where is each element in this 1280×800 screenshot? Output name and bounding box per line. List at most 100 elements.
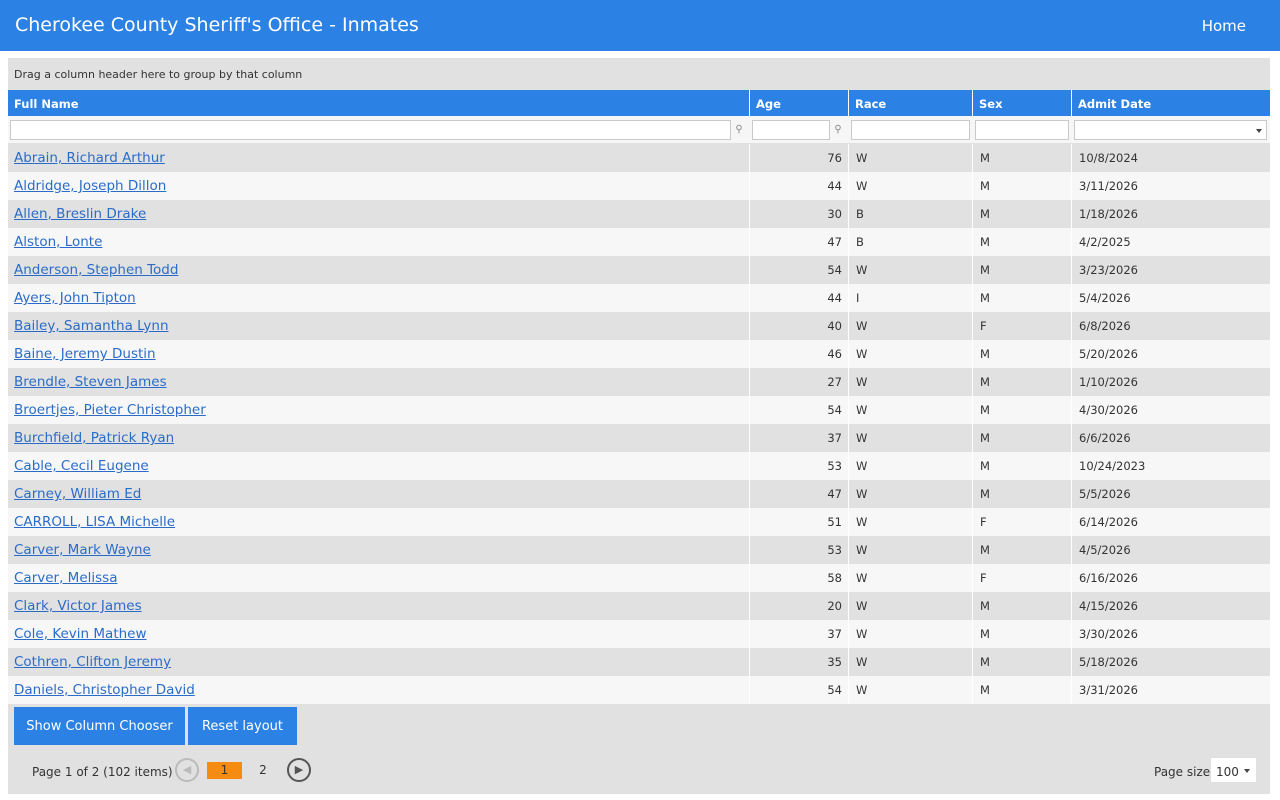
inmate-name-link[interactable]: Broertjes, Pieter Christopher — [14, 402, 206, 418]
group-panel[interactable]: Drag a column header here to group by th… — [8, 58, 1270, 90]
inmate-name-link[interactable]: Alston, Lonte — [14, 234, 102, 250]
inmate-name-link[interactable]: Cothren, Clifton Jeremy — [14, 654, 171, 670]
race-cell: W — [849, 340, 973, 368]
reset-layout-button[interactable]: Reset layout — [188, 707, 297, 745]
race-cell: W — [849, 620, 973, 648]
inmate-name-link[interactable]: Cable, Cecil Eugene — [14, 458, 149, 474]
chevron-right-icon[interactable]: ▶ — [287, 758, 311, 782]
admit-date-cell: 6/16/2026 — [1079, 571, 1138, 585]
full-name-filter-input[interactable] — [10, 120, 731, 140]
sex-cell: F — [973, 312, 1072, 340]
table-row: Daniels, Christopher David 54 W M 3/31/2026 — [8, 676, 1270, 704]
full-name-cell: Aldridge, Joseph Dillon — [8, 172, 750, 200]
column-header-full-name[interactable]: Full Name — [8, 90, 750, 116]
full-name-cell: Anderson, Stephen Todd — [8, 256, 750, 284]
column-header-admit-date[interactable]: Admit Date — [1072, 90, 1270, 116]
race-cell: W — [849, 396, 973, 424]
button-bar: Show Column Chooser Reset layout — [8, 707, 1270, 745]
admit-date-cell: 10/24/2023 — [1079, 459, 1146, 473]
sex-cell: M — [973, 172, 1072, 200]
inmate-name-link[interactable]: Aldridge, Joseph Dillon — [14, 178, 166, 194]
column-header-row: Full Name Age Race Sex Admit Date — [8, 90, 1270, 116]
table-row: Baine, Jeremy Dustin 46 W M 5/20/2026 — [8, 340, 1270, 368]
page-size-value: 100 — [1216, 765, 1239, 779]
inmate-name-link[interactable]: Carver, Mark Wayne — [14, 542, 151, 558]
age-cell: 54 — [750, 396, 849, 424]
full-name-cell: Cable, Cecil Eugene — [8, 452, 750, 480]
sex-cell: M — [973, 648, 1072, 676]
filter-icon[interactable]: ⚲ — [733, 124, 745, 136]
inmate-name-link[interactable]: CARROLL, LISA Michelle — [14, 514, 175, 530]
sex-cell: M — [973, 200, 1072, 228]
inmates-grid: Drag a column header here to group by th… — [8, 58, 1270, 794]
race-cell: W — [849, 312, 973, 340]
column-header-age[interactable]: Age — [750, 90, 849, 116]
age-cell: 40 — [750, 312, 849, 340]
age-cell: 44 — [750, 284, 849, 312]
inmate-name-link[interactable]: Anderson, Stephen Todd — [14, 262, 178, 278]
admit-date-cell: 5/4/2026 — [1079, 291, 1131, 305]
page-button-1[interactable]: 1 — [207, 762, 242, 779]
page-size-select[interactable]: 100 — [1210, 757, 1257, 783]
admit-date-filter-select[interactable] — [1074, 120, 1267, 140]
full-name-cell: CARROLL, LISA Michelle — [8, 508, 750, 536]
inmate-name-link[interactable]: Abrain, Richard Arthur — [14, 150, 165, 166]
column-header-sex[interactable]: Sex — [973, 90, 1072, 116]
chevron-left-icon[interactable]: ◀ — [175, 758, 199, 782]
sex-cell: M — [973, 368, 1072, 396]
full-name-cell: Cothren, Clifton Jeremy — [8, 648, 750, 676]
race-cell: W — [849, 256, 973, 284]
age-cell: 51 — [750, 508, 849, 536]
table-row: CARROLL, LISA Michelle 51 W F 6/14/2026 — [8, 508, 1270, 536]
top-navbar: Cherokee County Sheriff's Office - Inmat… — [0, 0, 1280, 51]
full-name-cell: Allen, Breslin Drake — [8, 200, 750, 228]
age-cell: 54 — [750, 256, 849, 284]
race-cell: W — [849, 452, 973, 480]
filter-icon[interactable]: ⚲ — [832, 124, 844, 136]
chevron-down-icon — [1256, 129, 1262, 133]
inmate-name-link[interactable]: Burchfield, Patrick Ryan — [14, 430, 174, 446]
age-cell: 76 — [750, 144, 849, 172]
full-name-cell: Carver, Mark Wayne — [8, 536, 750, 564]
inmate-name-link[interactable]: Ayers, John Tipton — [14, 290, 136, 306]
race-cell: W — [849, 368, 973, 396]
inmate-name-link[interactable]: Baine, Jeremy Dustin — [14, 346, 156, 362]
full-name-cell: Cole, Kevin Mathew — [8, 620, 750, 648]
chevron-down-icon — [1244, 769, 1250, 773]
sex-cell: M — [973, 620, 1072, 648]
race-cell: W — [849, 536, 973, 564]
race-filter-input[interactable] — [851, 120, 970, 140]
table-row: Burchfield, Patrick Ryan 37 W M 6/6/2026 — [8, 424, 1270, 452]
admit-date-cell: 6/6/2026 — [1079, 431, 1131, 445]
race-cell: I — [849, 284, 973, 312]
table-row: Broertjes, Pieter Christopher 54 W M 4/30/20… — [8, 396, 1270, 424]
age-filter-input[interactable] — [752, 120, 830, 140]
table-row: Abrain, Richard Arthur 76 W M 10/8/2024 — [8, 144, 1270, 172]
admit-date-cell: 5/18/2026 — [1079, 655, 1138, 669]
full-name-cell: Baine, Jeremy Dustin — [8, 340, 750, 368]
grid-rows: Abrain, Richard Arthur 76 W M 10/8/2024 Aldri… — [8, 144, 1270, 704]
admit-date-cell: 3/23/2026 — [1079, 263, 1138, 277]
race-cell: W — [849, 172, 973, 200]
home-link[interactable]: Home — [1202, 17, 1246, 35]
inmate-name-link[interactable]: Daniels, Christopher David — [14, 682, 195, 698]
pager-summary: Page 1 of 2 (102 items) — [32, 765, 173, 779]
inmate-name-link[interactable]: Carver, Melissa — [14, 570, 117, 586]
inmate-name-link[interactable]: Clark, Victor James — [14, 598, 142, 614]
column-header-race[interactable]: Race — [849, 90, 973, 116]
race-cell: W — [849, 648, 973, 676]
show-column-chooser-button[interactable]: Show Column Chooser — [14, 707, 185, 745]
full-name-cell: Alston, Lonte — [8, 228, 750, 256]
age-cell: 53 — [750, 452, 849, 480]
inmate-name-link[interactable]: Brendle, Steven James — [14, 374, 167, 390]
age-cell: 53 — [750, 536, 849, 564]
inmate-name-link[interactable]: Cole, Kevin Mathew — [14, 626, 147, 642]
inmate-name-link[interactable]: Carney, William Ed — [14, 486, 141, 502]
inmate-name-link[interactable]: Bailey, Samantha Lynn — [14, 318, 169, 334]
page-button-2[interactable]: 2 — [253, 762, 273, 779]
inmate-name-link[interactable]: Allen, Breslin Drake — [14, 206, 146, 222]
sex-cell: M — [973, 256, 1072, 284]
sex-filter-input[interactable] — [975, 120, 1069, 140]
sex-cell: M — [973, 284, 1072, 312]
sex-cell: M — [973, 452, 1072, 480]
